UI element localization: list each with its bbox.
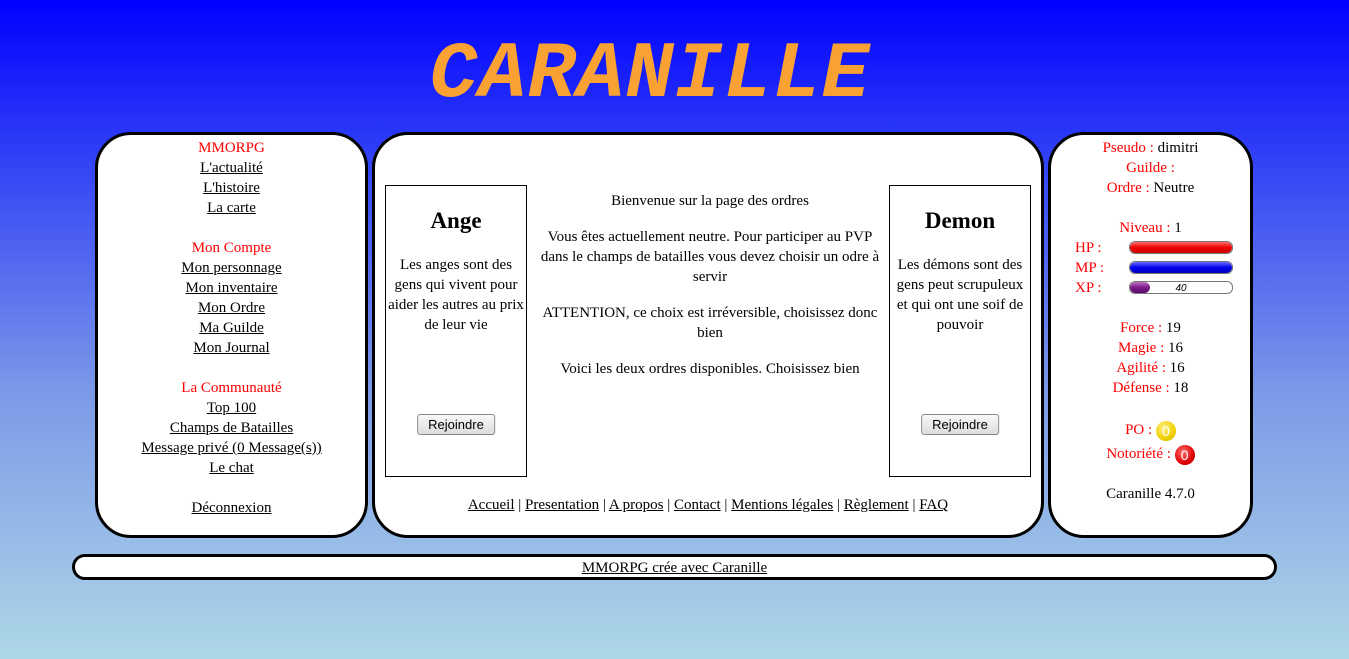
pseudo-value: dimitri bbox=[1157, 140, 1199, 156]
left-menu: MMORPG L'actualité L'histoire La carte M… bbox=[95, 132, 368, 538]
hp-bar-fill bbox=[1130, 242, 1232, 253]
bottom-nav: Accueil | Presentation | A propos | Cont… bbox=[375, 497, 1041, 514]
xp-bar: 40 bbox=[1129, 281, 1233, 294]
mp-bar bbox=[1129, 261, 1233, 274]
order-value: Neutre bbox=[1153, 180, 1195, 196]
nav-separator: | bbox=[518, 497, 522, 513]
xp-value: 40 bbox=[1175, 283, 1187, 294]
nav-link-mentions[interactable]: Mentions légales bbox=[731, 497, 833, 513]
player-panel: Pseudo : dimitri Guilde : Ordre : Neutre… bbox=[1048, 132, 1253, 538]
order-card-ange: Ange Les anges sont des gens qui vivent … bbox=[385, 185, 527, 477]
po-row: PO : 0 bbox=[1051, 418, 1250, 442]
menu-link-chat[interactable]: Le chat bbox=[209, 460, 254, 476]
menu-section-title-mmorpg: MMORPG bbox=[198, 140, 265, 156]
menu-link-histoire[interactable]: L'histoire bbox=[203, 180, 260, 196]
menu-link-messages[interactable]: Message privé (0 Message(s)) bbox=[141, 440, 321, 456]
xp-row: XP : 40 bbox=[1051, 278, 1250, 298]
nav-separator: | bbox=[602, 497, 606, 513]
site-footer: MMORPG crée avec Caranille bbox=[72, 554, 1277, 580]
menu-section-title-compte: Mon Compte bbox=[191, 240, 272, 256]
agilite-row: Agilité : 16 bbox=[1051, 358, 1250, 378]
menu-link-guilde[interactable]: Ma Guilde bbox=[199, 320, 264, 336]
hp-bar bbox=[1129, 241, 1233, 254]
guild-label: Guilde : bbox=[1126, 160, 1175, 176]
version-text: Caranille 4.7.0 bbox=[1106, 486, 1195, 502]
hp-label: HP : bbox=[1075, 240, 1102, 256]
nav-separator: | bbox=[912, 497, 916, 513]
mp-row: MP : bbox=[1051, 258, 1250, 278]
order-desc-ange: Les anges sont des gens qui vivent pour … bbox=[388, 257, 524, 333]
menu-link-carte[interactable]: La carte bbox=[207, 200, 256, 216]
force-value: 19 bbox=[1165, 320, 1181, 336]
menu-link-ordre[interactable]: Mon Ordre bbox=[198, 300, 265, 316]
menu-link-top100[interactable]: Top 100 bbox=[207, 400, 256, 416]
intro-text: Bienvenue sur la page des ordres bbox=[611, 193, 809, 209]
order-title-ange: Ange bbox=[430, 208, 482, 233]
nav-separator: | bbox=[724, 497, 728, 513]
nav-link-presentation[interactable]: Presentation bbox=[525, 497, 599, 513]
level-value: 1 bbox=[1174, 220, 1182, 236]
magie-value: 16 bbox=[1168, 340, 1183, 356]
site-logo: CARANILLE bbox=[429, 30, 871, 121]
join-ange-button[interactable]: Rejoindre bbox=[417, 414, 495, 435]
menu-link-actualite[interactable]: L'actualité bbox=[200, 160, 263, 176]
menu-section-title-communaute: La Communauté bbox=[181, 380, 282, 396]
nav-separator: | bbox=[836, 497, 840, 513]
nav-link-apropos[interactable]: A propos bbox=[609, 497, 664, 513]
menu-link-inventaire[interactable]: Mon inventaire bbox=[185, 280, 277, 296]
order-label: Ordre : bbox=[1106, 180, 1150, 196]
nav-link-accueil[interactable]: Accueil bbox=[468, 497, 515, 513]
po-label: PO : bbox=[1125, 422, 1153, 438]
order-card-demon: Demon Les démons sont des gens peut scru… bbox=[889, 185, 1031, 477]
notoriete-row: Notoriété : 0 bbox=[1051, 442, 1250, 466]
guild-row: Guilde : bbox=[1051, 158, 1250, 178]
logout-link[interactable]: Déconnexion bbox=[192, 500, 272, 516]
force-label: Force : bbox=[1120, 320, 1163, 336]
magie-row: Magie : 16 bbox=[1051, 338, 1250, 358]
level-label: Niveau : bbox=[1119, 220, 1171, 236]
nav-link-faq[interactable]: FAQ bbox=[919, 497, 948, 513]
mp-bar-fill bbox=[1130, 262, 1232, 273]
nav-separator: | bbox=[667, 497, 671, 513]
defense-label: Défense : bbox=[1112, 380, 1170, 396]
agilite-label: Agilité : bbox=[1116, 360, 1166, 376]
order-desc-demon: Les démons sont des gens peut scrupuleux… bbox=[896, 257, 1024, 333]
order-intro: Bienvenue sur la page des ordres Vous êt… bbox=[535, 191, 885, 395]
menu-link-journal[interactable]: Mon Journal bbox=[193, 340, 269, 356]
agilite-value: 16 bbox=[1169, 360, 1185, 376]
mp-label: MP : bbox=[1075, 260, 1105, 276]
gold-coin-icon: 0 bbox=[1155, 420, 1176, 441]
warning-text: ATTENTION, ce choix est irréversible, ch… bbox=[542, 305, 878, 341]
status-text: Vous êtes actuellement neutre. Pour part… bbox=[540, 229, 880, 285]
hp-row: HP : bbox=[1051, 238, 1250, 258]
force-row: Force : 19 bbox=[1051, 318, 1250, 338]
magie-label: Magie : bbox=[1118, 340, 1165, 356]
footer-link[interactable]: MMORPG crée avec Caranille bbox=[582, 560, 767, 576]
level-row: Niveau : 1 bbox=[1051, 218, 1250, 238]
order-row: Ordre : Neutre bbox=[1051, 178, 1250, 198]
defense-value: 18 bbox=[1173, 380, 1189, 396]
nav-link-contact[interactable]: Contact bbox=[674, 497, 721, 513]
order-title-demon: Demon bbox=[924, 208, 996, 233]
pseudo-label: Pseudo : bbox=[1102, 140, 1154, 156]
notoriete-badge-icon: 0 bbox=[1174, 444, 1195, 465]
main-content: Ange Les anges sont des gens qui vivent … bbox=[372, 132, 1044, 538]
menu-link-champs-batailles[interactable]: Champs de Batailles bbox=[170, 420, 293, 436]
join-demon-button[interactable]: Rejoindre bbox=[921, 414, 999, 435]
choose-text: Voici les deux ordres disponibles. Chois… bbox=[560, 361, 860, 377]
notoriete-label: Notoriété : bbox=[1106, 446, 1171, 462]
pseudo-row: Pseudo : dimitri bbox=[1051, 138, 1250, 158]
nav-link-reglement[interactable]: Règlement bbox=[844, 497, 909, 513]
menu-link-personnage[interactable]: Mon personnage bbox=[181, 260, 281, 276]
defense-row: Défense : 18 bbox=[1051, 378, 1250, 398]
xp-label: XP : bbox=[1075, 280, 1102, 296]
